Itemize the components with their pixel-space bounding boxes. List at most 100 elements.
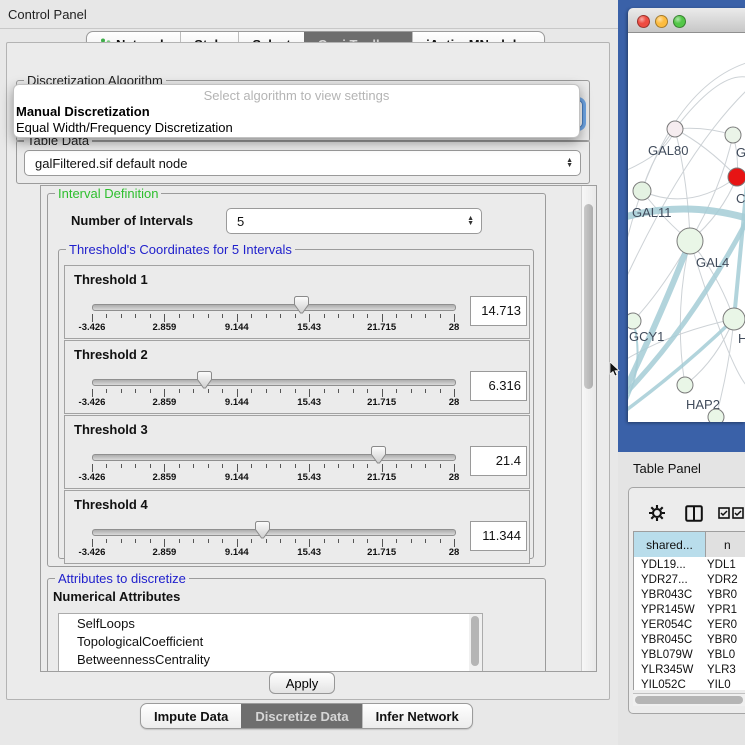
slider-thumb[interactable]: [255, 521, 270, 539]
interval-definition-title: Interval Definition: [55, 186, 161, 201]
zoom-traffic-light[interactable]: [673, 15, 686, 28]
mouse-cursor-icon: [609, 362, 620, 377]
table-row[interactable]: YBR043CYBR0: [634, 587, 745, 602]
table-row[interactable]: YDL19...YDL1: [634, 557, 745, 572]
tab-infer-network[interactable]: Infer Network: [362, 704, 472, 728]
attributes-scrollbar[interactable]: [469, 613, 483, 672]
thresholds-group-title: Threshold's Coordinates for 5 Intervals: [66, 242, 295, 257]
slider-thumb[interactable]: [197, 371, 212, 389]
slider-track[interactable]: [92, 379, 456, 386]
tab-discretize-data[interactable]: Discretize Data: [241, 704, 361, 728]
attributes-group-title: Attributes to discretize: [55, 571, 189, 586]
column-header-shared-name[interactable]: shared...: [634, 532, 706, 558]
network-canvas[interactable]: GAL80GACGAL11GAL4GCY1HHAP2: [628, 33, 745, 422]
combo-stepper-icon: ▲▼: [566, 158, 573, 168]
split-view-icon[interactable]: [685, 505, 703, 522]
algorithm-dropdown-popup: Select algorithm to view settings Manual…: [13, 84, 580, 138]
algorithm-placeholder: Select algorithm to view settings: [14, 88, 579, 103]
slider-panel-threshold-1: Threshold 1 -3.4262.8599.14415.4321.71528…: [64, 265, 530, 339]
table-panel-title: Table Panel: [633, 461, 701, 476]
numerical-attributes-list[interactable]: SelfLoopsTopologicalCoefficientBetweenne…: [58, 613, 471, 672]
cell-name: YPR1: [707, 604, 745, 616]
table-horizontal-scrollbar[interactable]: [633, 693, 745, 706]
network-node-hap2[interactable]: [677, 377, 693, 393]
attribute-item-selfloops[interactable]: SelfLoops: [59, 614, 470, 632]
slider-ticks: [92, 389, 454, 397]
gear-icon[interactable]: [649, 505, 665, 521]
threshold-value-field[interactable]: 11.344: [470, 521, 527, 551]
table-row[interactable]: YPR145WYPR1: [634, 602, 745, 617]
network-node-unlabeled[interactable]: [708, 409, 724, 422]
number-of-intervals-label: Number of Intervals: [71, 213, 193, 228]
cell-name: YBR0: [707, 589, 745, 601]
popup-item-manual-discretization[interactable]: Manual Discretization: [16, 104, 150, 119]
settings-scrollbar[interactable]: [581, 186, 596, 671]
slider-tick-labels: -3.4262.8599.14415.4321.71528: [92, 547, 454, 559]
cell-name: YDL1: [707, 559, 745, 571]
network-node-label: GCY1: [629, 329, 664, 344]
settings-viewport: Interval Definition Number of Intervals …: [40, 185, 597, 672]
tab-label: Impute Data: [154, 709, 228, 724]
table-row[interactable]: YBR045CYBR0: [634, 632, 745, 647]
table-row[interactable]: YER054CYER0: [634, 617, 745, 632]
attributes-scrollbar-thumb[interactable]: [471, 616, 479, 666]
table-rows: YDL19...YDL1YDR27...YDR2YBR043CYBR0YPR14…: [633, 557, 745, 690]
slider-track[interactable]: [92, 454, 456, 461]
table-row[interactable]: YIL052CYIL0: [634, 677, 745, 690]
tab-impute-data[interactable]: Impute Data: [141, 704, 241, 728]
tab-label: Infer Network: [376, 709, 459, 724]
attribute-item-betweennesscentrality[interactable]: BetweennessCentrality: [59, 650, 470, 668]
column-header-name[interactable]: n: [706, 532, 745, 558]
cell-shared-name: YBR045C: [634, 634, 707, 646]
table-header-row: shared... n: [633, 531, 745, 559]
table-scrollbar-thumb[interactable]: [635, 696, 743, 704]
network-node-c[interactable]: [728, 168, 745, 186]
slider-tick-labels: -3.4262.8599.14415.4321.71528: [92, 472, 454, 484]
numerical-attributes-label: Numerical Attributes: [53, 589, 180, 604]
slider-ticks: [92, 314, 454, 322]
slider-tick-labels: -3.4262.8599.14415.4321.71528: [92, 322, 454, 334]
apply-button[interactable]: Apply: [269, 672, 335, 694]
number-of-intervals-combobox[interactable]: 5 ▲▼: [226, 208, 482, 234]
minimize-traffic-light[interactable]: [655, 15, 668, 28]
table-data-combobox[interactable]: galFiltered.sif default node ▲▼: [24, 150, 581, 176]
bottom-tabbar: Impute Data Discretize Data Infer Network: [140, 703, 473, 729]
threshold-value-field[interactable]: 21.4: [470, 446, 527, 476]
cell-shared-name: YDR27...: [634, 574, 707, 586]
network-edge[interactable]: [685, 319, 734, 385]
checkbox-icon[interactable]: [732, 507, 744, 519]
tab-label: Discretize Data: [255, 709, 348, 724]
table-row[interactable]: YDR27...YDR2: [634, 572, 745, 587]
network-edge[interactable]: [642, 177, 737, 199]
slider-title: Threshold 1: [74, 272, 148, 287]
attribute-item-topologicalcoefficient[interactable]: TopologicalCoefficient: [59, 632, 470, 650]
cell-name: YLR3: [707, 664, 745, 676]
network-node-label: GAL4: [696, 255, 729, 270]
checkbox-icon[interactable]: [718, 507, 730, 519]
network-node-label: GAL80: [648, 143, 688, 158]
slider-ticks: [92, 539, 454, 547]
table-row[interactable]: YLR345WYLR3: [634, 662, 745, 677]
settings-scrollbar-thumb[interactable]: [584, 204, 593, 389]
network-node-label: H: [738, 331, 745, 346]
cell-name: YBL0: [707, 649, 745, 661]
slider-thumb[interactable]: [294, 296, 309, 314]
close-traffic-light[interactable]: [637, 15, 650, 28]
network-node-gal11[interactable]: [633, 182, 651, 200]
table-row[interactable]: YBL079WYBL0: [634, 647, 745, 662]
network-node-gcy1[interactable]: [628, 313, 641, 329]
cell-name: YBR0: [707, 634, 745, 646]
popup-item-equal-width[interactable]: Equal Width/Frequency Discretization: [16, 120, 233, 135]
cell-shared-name: YIL052C: [634, 679, 707, 691]
network-node-gal80[interactable]: [667, 121, 683, 137]
threshold-value-field[interactable]: 14.713: [470, 296, 527, 326]
threshold-value-field[interactable]: 6.316: [470, 371, 527, 401]
slider-thumb[interactable]: [371, 446, 386, 464]
network-window: GAL80GACGAL11GAL4GCY1HHAP2: [628, 8, 745, 422]
network-node-ga[interactable]: [725, 127, 741, 143]
cell-shared-name: YLR345W: [634, 664, 707, 676]
network-node-gal4[interactable]: [677, 228, 703, 254]
network-node-h[interactable]: [723, 308, 745, 330]
slider-track[interactable]: [92, 304, 456, 311]
slider-track[interactable]: [92, 529, 456, 536]
